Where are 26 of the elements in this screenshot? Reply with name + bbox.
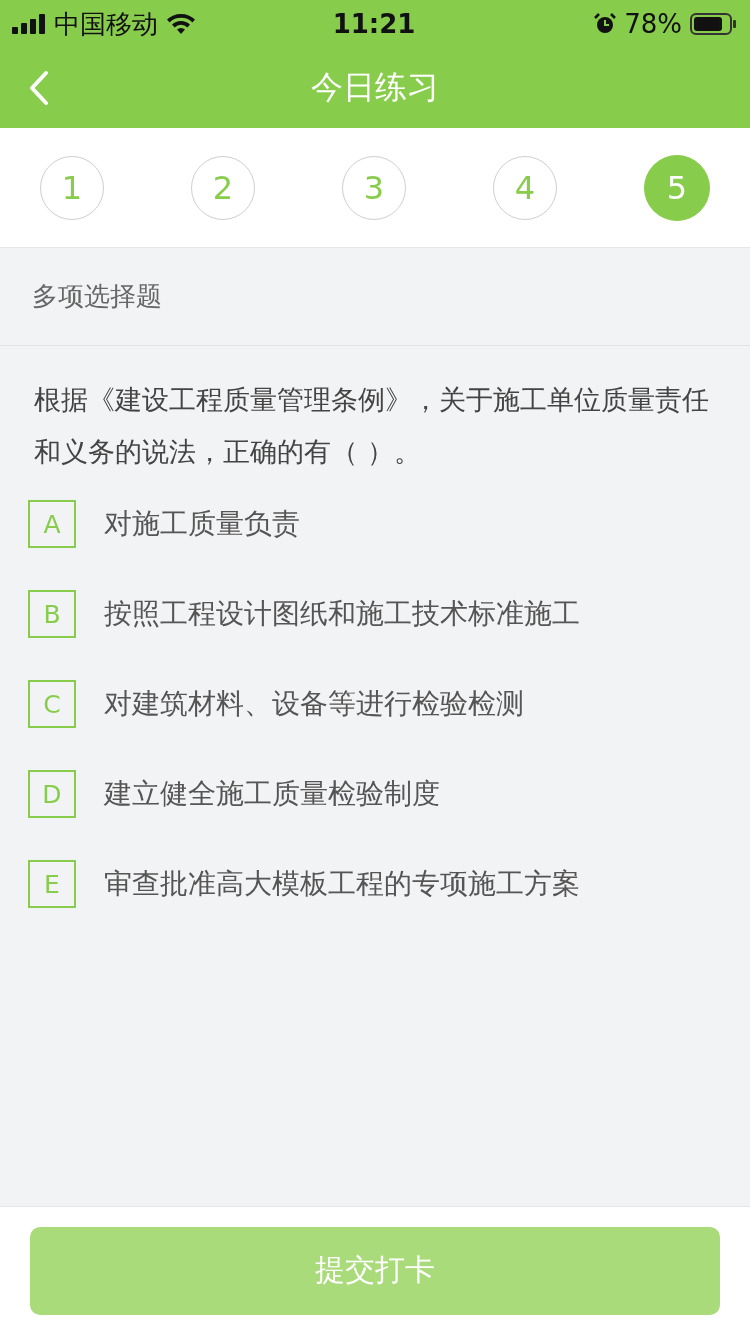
option-text[interactable]: 按照工程设计图纸和施工技术标准施工: [104, 595, 580, 633]
option-text[interactable]: 对建筑材料、设备等进行检验检测: [104, 685, 524, 723]
clock-time: 11:21: [332, 9, 416, 39]
question-text: 根据《建设工程质量管理条例》，关于施工单位质量责任和义务的说法，正确的有（ ）。: [34, 383, 710, 469]
option-text[interactable]: 建立健全施工质量检验制度: [104, 775, 440, 813]
question-number-tab[interactable]: 2: [191, 155, 255, 220]
page-title: 今日练习: [311, 67, 439, 108]
option-text[interactable]: 审查批准高大模板工程的专项施工方案: [104, 865, 580, 903]
question-type: 多项选择题: [0, 248, 750, 346]
battery-percent: 78%: [624, 9, 682, 39]
option-checkbox[interactable]: B: [28, 590, 76, 638]
option-checkbox[interactable]: E: [28, 860, 76, 908]
option-checkbox[interactable]: A: [28, 500, 76, 548]
back-icon[interactable]: [28, 70, 50, 106]
option-text[interactable]: 对施工质量负责: [104, 505, 300, 543]
question-number-tab[interactable]: 1: [40, 155, 104, 220]
question-number-tab[interactable]: 5: [644, 154, 710, 221]
alarm-clock-icon: [594, 13, 617, 35]
wifi-icon: [166, 13, 196, 35]
question-number-tab[interactable]: 3: [342, 155, 406, 220]
signal-icon: [12, 14, 46, 34]
question-number-tab[interactable]: 4: [493, 155, 557, 220]
carrier-name: 中国移动: [54, 7, 158, 41]
option-checkbox[interactable]: D: [28, 770, 76, 818]
battery-icon: [690, 13, 736, 35]
option-checkbox[interactable]: C: [28, 680, 76, 728]
